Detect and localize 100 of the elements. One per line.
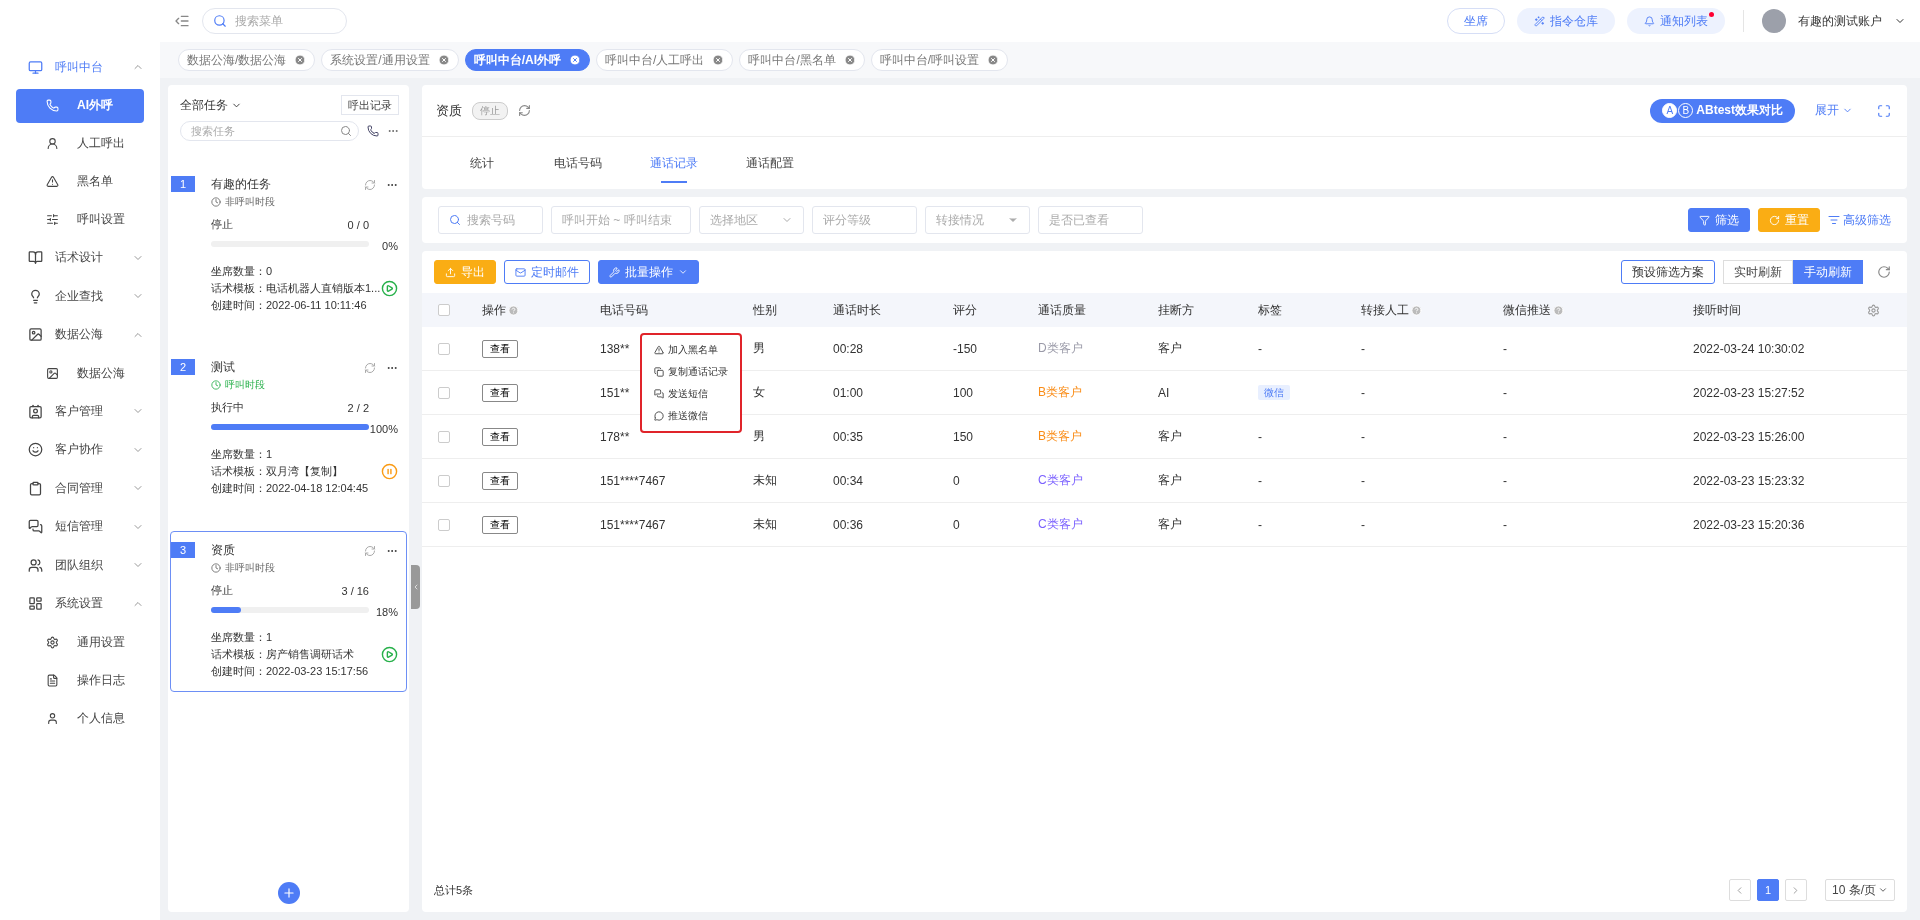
view-button[interactable]: 查看 [482, 339, 518, 358]
refresh-icon[interactable] [1877, 265, 1891, 279]
filter-button[interactable]: 筛选 [1688, 208, 1750, 232]
advanced-filter-link[interactable]: 高级筛选 [1828, 211, 1891, 229]
task-card[interactable]: 1 有趣的任务 非呼叫时段 停止 0 / 0 0% 坐席数量：0 话术模板：电话机器人直销版本1... 创建时间：2022-06-11 10:11:46 [170, 165, 407, 326]
settings-icon[interactable] [1867, 303, 1880, 317]
checkbox[interactable] [438, 342, 450, 355]
table-cell: - [1503, 385, 1507, 400]
table-cell: C类客户 [1038, 472, 1083, 489]
refresh-mode-button[interactable]: 实时刷新 [1723, 260, 1793, 284]
user-name[interactable]: 有趣的测试账户 [1798, 12, 1882, 30]
mail-button[interactable]: 定时邮件 [504, 260, 590, 284]
sidebar-item[interactable]: 数据公海 [55, 326, 120, 344]
view-button[interactable]: 查看 [482, 383, 518, 402]
close-icon[interactable] [569, 54, 582, 66]
page-tab[interactable]: 系统设置/通用设置 [321, 49, 459, 71]
page-tab[interactable]: 呼叫中台/呼叫设置 [870, 49, 1009, 71]
checkbox[interactable] [438, 518, 450, 531]
task-filter[interactable]: 全部任务 [180, 96, 242, 114]
header-button[interactable]: 指令仓库 [1517, 8, 1615, 34]
phone-icon[interactable] [367, 125, 379, 137]
pause-icon[interactable] [381, 463, 398, 480]
sidebar-item[interactable]: 短信管理 [55, 518, 120, 536]
table-cell: 00:36 [833, 517, 864, 532]
task-card[interactable]: 3 资质 非呼叫时段 停止 3 / 16 18% 坐席数量：1 话术模板：房产销售调研话术 创建时间：2022-03-23 15:17:56 [170, 531, 407, 692]
view-button[interactable]: 查看 [482, 515, 518, 534]
checkbox[interactable] [438, 386, 450, 399]
add-task-button[interactable] [277, 882, 300, 904]
help-icon[interactable] [508, 304, 519, 316]
expand-link[interactable]: 展开 [1815, 102, 1853, 119]
table-cell: 2022-03-24 10:30:02 [1693, 341, 1805, 356]
tab[interactable]: 电话号码 [530, 137, 626, 189]
sidebar-item[interactable]: 操作日志 [16, 663, 144, 697]
table-cell: - [1361, 341, 1365, 356]
refresh-icon[interactable] [518, 104, 531, 117]
menu-icon [46, 213, 59, 226]
checkbox[interactable] [438, 474, 450, 487]
sidebar-item[interactable]: 黑名单 [16, 164, 144, 199]
page-tab[interactable]: 呼叫中台/黑名单 [739, 49, 865, 71]
checkbox[interactable] [438, 304, 450, 316]
menu-icon [28, 250, 43, 266]
task-detail: 坐席数量：0 [211, 264, 274, 279]
menu-item[interactable]: 推送微信 [654, 405, 736, 427]
sidebar-item[interactable]: 企业查找 [55, 287, 120, 305]
abtest-button[interactable]: A B ABtest效果对比 [1650, 98, 1795, 123]
header-button[interactable]: 通知列表 [1627, 8, 1725, 34]
sidebar-item[interactable]: 数据公海 [16, 356, 144, 390]
tab[interactable]: 通话记录 [626, 137, 722, 189]
page-tab[interactable]: 数据公海/数据公海 [178, 49, 316, 71]
menu-item[interactable]: 复制通话记录 [654, 361, 736, 383]
table-cell: 2022-03-23 15:26:00 [1693, 429, 1805, 444]
sidebar-item[interactable]: AI外呼 [16, 88, 144, 123]
page-tab[interactable]: 呼叫中台/人工呼出 [596, 49, 734, 71]
tab[interactable]: 统计 [434, 137, 530, 189]
sidebar-item[interactable]: 呼叫中台 [55, 58, 120, 76]
menu-icon [28, 442, 43, 458]
play-icon[interactable] [381, 280, 398, 297]
checkbox[interactable] [438, 430, 450, 443]
sidebar-item[interactable]: 客户管理 [55, 402, 120, 420]
play-icon[interactable] [381, 646, 398, 663]
refresh-mode-button[interactable]: 手动刷新 [1793, 260, 1863, 284]
page-tab[interactable]: 呼叫中台/AI外呼 [464, 49, 591, 71]
task-detail: 坐席数量：1 [211, 630, 274, 645]
sidebar-item[interactable]: 客户协作 [55, 441, 120, 459]
sidebar-item[interactable]: 通用设置 [16, 625, 144, 659]
refresh-icon[interactable] [364, 544, 376, 557]
table-cell: 2022-03-23 15:23:32 [1693, 473, 1805, 488]
preset-button[interactable]: 预设筛选方案 [1621, 260, 1715, 284]
sidebar-item[interactable]: 合同管理 [55, 479, 120, 497]
page-button[interactable]: 1 [1757, 879, 1779, 901]
view-button[interactable]: 查看 [482, 427, 518, 446]
page-size-select[interactable]: 10 条/页 [1825, 879, 1895, 901]
header-button[interactable]: 坐席 [1447, 8, 1505, 34]
menu-item-icon [654, 411, 664, 421]
menu-item[interactable]: 发送短信 [654, 383, 736, 405]
sidebar-item[interactable]: 团队组织 [55, 556, 120, 574]
caret-icon [1878, 885, 1888, 895]
refresh-icon[interactable] [364, 178, 376, 191]
help-icon[interactable] [1553, 304, 1564, 316]
sidebar-item[interactable]: 人工呼出 [16, 126, 144, 161]
task-card[interactable]: 2 测试 呼叫时段 执行中 2 / 2 100% 坐席数量：1 话术模板：双月湾【复制】 创建时间：2022-04-18 12:04:45 [170, 348, 407, 509]
sidebar-item[interactable]: 话术设计 [55, 249, 120, 267]
sidebar-item[interactable]: 系统设置 [55, 595, 120, 613]
menu-icon [46, 137, 59, 150]
menu-icon[interactable] [174, 13, 190, 29]
refresh-icon[interactable] [364, 361, 376, 374]
view-button[interactable]: 查看 [482, 471, 518, 490]
menu-item[interactable]: 加入黑名单 [654, 339, 736, 361]
batch-button[interactable]: 批量操作 [598, 260, 699, 284]
sidebar-item[interactable]: 呼叫设置 [16, 202, 144, 237]
tab[interactable]: 通话配置 [722, 137, 818, 189]
menu-icon [46, 366, 59, 380]
column-header: 电话号码 [600, 301, 648, 319]
avatar[interactable] [1762, 9, 1786, 33]
fullscreen-icon[interactable] [1877, 103, 1891, 118]
help-icon[interactable] [1411, 304, 1422, 316]
sidebar-item[interactable]: 个人信息 [16, 701, 144, 735]
table-cell: 男 [753, 340, 765, 357]
collapse-handle[interactable] [411, 565, 420, 609]
records-button[interactable]: 呼出记录 [341, 95, 399, 115]
